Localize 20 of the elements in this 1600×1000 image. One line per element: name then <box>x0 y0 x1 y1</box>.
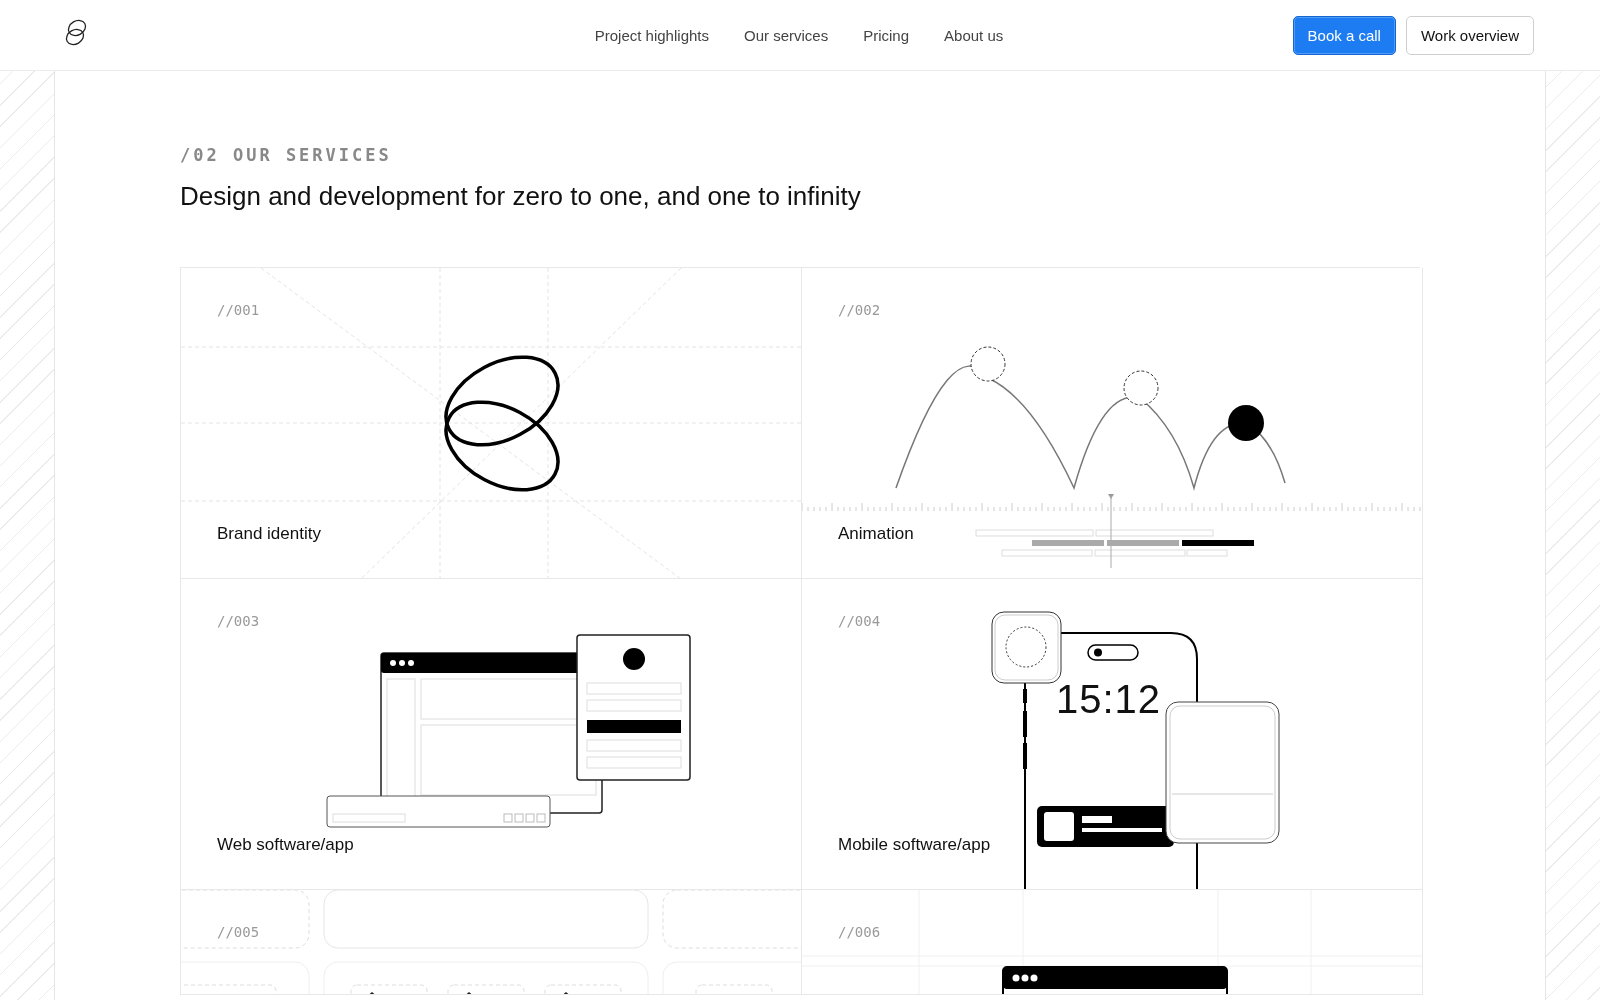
work-overview-button[interactable]: Work overview <box>1405 15 1534 55</box>
service-number: //003 <box>217 613 260 629</box>
service-title: Animation <box>838 524 914 544</box>
book-call-button[interactable]: Book a call <box>1292 15 1396 55</box>
nav-link[interactable]: About us <box>944 26 1004 44</box>
clock-time: 15:12 <box>1056 677 1162 722</box>
service-title: Brand identity <box>217 524 321 544</box>
service-title: Web software/app <box>217 835 354 855</box>
nav-link[interactable]: Project highlights <box>594 26 709 44</box>
service-number: //005 <box>217 924 260 940</box>
service-number: //002 <box>838 302 881 318</box>
service-number: //004 <box>838 613 881 629</box>
section-eyebrow: /02 OUR SERVICES <box>180 145 393 165</box>
nav-link[interactable]: Our services <box>744 26 829 44</box>
service-number: //001 <box>217 302 260 318</box>
service-number: //006 <box>838 924 881 940</box>
logo-icon[interactable] <box>64 18 88 48</box>
service-title: Mobile software/app <box>838 835 991 855</box>
section-title: Design and development for zero to one, and one to infinity <box>180 181 862 212</box>
nav-link[interactable]: Pricing <box>863 26 910 44</box>
